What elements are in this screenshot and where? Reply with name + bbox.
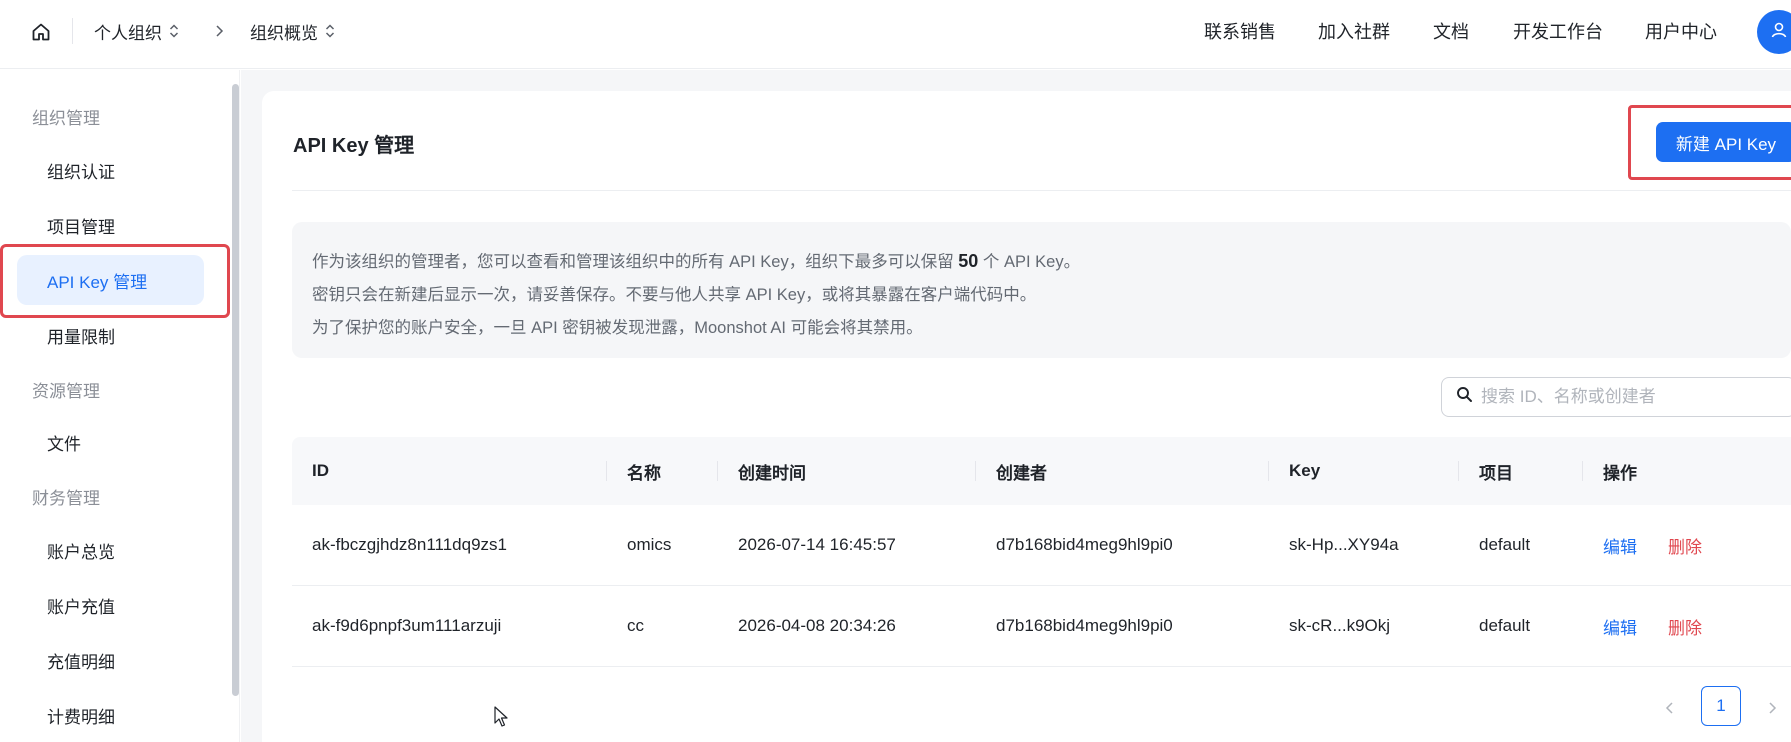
column-project: 项目 <box>1479 463 1513 483</box>
cell-key: sk-cR...k9Okj <box>1289 616 1391 635</box>
cell-creator: d7b168bid4meg9hl9pi0 <box>996 535 1173 554</box>
user-icon <box>1769 20 1789 45</box>
mouse-cursor-icon <box>494 706 508 727</box>
info-notice: 作为该组织的管理者，您可以查看和管理该组织中的所有 API Key，组织下最多可… <box>292 222 1791 358</box>
delete-link[interactable]: 删除 <box>1668 586 1702 666</box>
page-number-button[interactable]: 1 <box>1701 686 1741 726</box>
column-divider <box>717 461 718 481</box>
column-key: Key <box>1289 461 1321 480</box>
column-divider <box>975 461 976 481</box>
search-icon <box>1456 386 1473 408</box>
breadcrumb-overview[interactable]: 组织概览 <box>250 18 336 44</box>
new-api-key-button[interactable]: 新建 API Key <box>1656 122 1791 162</box>
column-divider <box>606 461 607 481</box>
column-id: ID <box>312 461 329 480</box>
cell-project: default <box>1479 535 1531 554</box>
cell-creator: d7b168bid4meg9hl9pi0 <box>996 616 1173 635</box>
breadcrumb-label: 组织概览 <box>250 23 318 43</box>
sidebar-group-resources: 资源管理 <box>32 382 100 401</box>
header-divider <box>72 18 73 44</box>
nav-user-center[interactable]: 用户中心 <box>1645 18 1717 44</box>
sidebar-item-files[interactable]: 文件 <box>17 417 204 467</box>
sidebar-group-finance: 财务管理 <box>32 489 100 508</box>
nav-contact-sales[interactable]: 联系销售 <box>1204 18 1276 44</box>
sidebar-item-org-verify[interactable]: 组织认证 <box>17 145 204 195</box>
nav-docs[interactable]: 文档 <box>1433 18 1469 44</box>
notice-line-2: 密钥只会在新建后显示一次，请妥善保存。不要与他人共享 API Key，或将其暴露… <box>312 286 1037 304</box>
avatar[interactable] <box>1757 10 1791 54</box>
delete-link[interactable]: 删除 <box>1668 505 1702 585</box>
cell-name: cc <box>627 616 644 635</box>
sidebar-item-usage-limits[interactable]: 用量限制 <box>17 310 204 360</box>
column-divider <box>1268 461 1269 481</box>
chevron-right-icon <box>211 22 227 40</box>
page-title: API Key 管理 <box>293 135 415 157</box>
sidebar-item-recharge[interactable]: 账户充值 <box>17 580 204 630</box>
chevron-updown-icon <box>168 23 180 39</box>
cell-project: default <box>1479 616 1531 635</box>
cell-created-at: 2026-07-14 16:45:57 <box>738 535 896 554</box>
sidebar-item-billing-details[interactable]: 计费明细 <box>17 690 204 740</box>
title-divider <box>292 190 1791 191</box>
edit-link[interactable]: 编辑 <box>1603 586 1637 666</box>
chevron-left-icon <box>1665 701 1675 720</box>
sidebar-item-projects[interactable]: 项目管理 <box>17 200 204 250</box>
edit-link[interactable]: 编辑 <box>1603 505 1637 585</box>
chevron-updown-icon <box>324 23 336 39</box>
table-row: ak-fbczgjhdz8n111dq9zs1 omics 2026-07-14… <box>292 505 1791 586</box>
notice-line-3: 为了保护您的账户安全，一旦 API 密钥被发现泄露，Moonshot AI 可能… <box>312 319 923 337</box>
table-header: ID 名称 创建时间 创建者 Key 项目 操作 <box>292 437 1791 505</box>
column-creator: 创建者 <box>996 463 1047 483</box>
column-divider <box>1582 461 1583 481</box>
home-icon[interactable] <box>28 19 54 45</box>
cell-created-at: 2026-04-08 20:34:26 <box>738 616 896 635</box>
sidebar-scrollbar[interactable] <box>232 84 239 696</box>
cell-id: ak-f9d6pnpf3um111arzuji <box>312 616 502 635</box>
chevron-right-icon <box>1767 701 1777 720</box>
max-key-count: 50 <box>958 251 979 271</box>
sidebar: 组织管理 组织认证 项目管理 API Key 管理 用量限制 资源管理 文件 财… <box>0 70 240 742</box>
cell-name: omics <box>627 535 672 554</box>
notice-line-1: 作为该组织的管理者，您可以查看和管理该组织中的所有 API Key，组织下最多可… <box>312 251 1081 271</box>
sidebar-item-recharge-details[interactable]: 充值明细 <box>17 635 204 685</box>
nav-dev-workbench[interactable]: 开发工作台 <box>1513 18 1603 44</box>
search-box[interactable] <box>1441 377 1791 417</box>
cell-id: ak-fbczgjhdz8n111dq9zs1 <box>312 535 508 554</box>
next-page-button[interactable] <box>1761 699 1783 721</box>
column-name: 名称 <box>627 463 661 483</box>
sidebar-group-org: 组织管理 <box>32 109 100 128</box>
search-input[interactable] <box>1481 387 1781 407</box>
breadcrumb-organization[interactable]: 个人组织 <box>94 18 180 44</box>
sidebar-item-account-overview[interactable]: 账户总览 <box>17 525 204 575</box>
prev-page-button[interactable] <box>1659 699 1681 721</box>
column-divider <box>1458 461 1459 481</box>
table-row: ak-f9d6pnpf3um111arzuji cc 2026-04-08 20… <box>292 586 1791 667</box>
column-actions: 操作 <box>1603 463 1637 483</box>
nav-join-community[interactable]: 加入社群 <box>1318 18 1390 44</box>
breadcrumb-label: 个人组织 <box>94 23 162 43</box>
column-created-at: 创建时间 <box>738 463 806 483</box>
cell-key: sk-Hp...XY94a <box>1289 535 1399 554</box>
top-header: 个人组织 组织概览 联系销售 加入社群 文档 开发工作台 用户中心 <box>0 0 1791 69</box>
sidebar-item-api-keys[interactable]: API Key 管理 <box>17 255 204 305</box>
